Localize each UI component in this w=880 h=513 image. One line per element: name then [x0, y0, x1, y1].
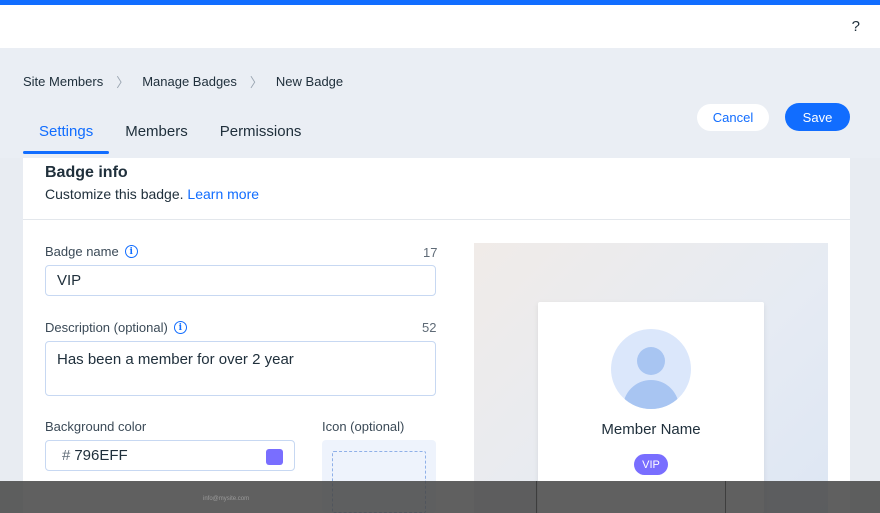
overlay-email: info@mysite.com: [203, 496, 250, 502]
description-counter: 52: [422, 320, 437, 335]
breadcrumb-current: New Badge: [275, 74, 344, 89]
description-label-text: Description (optional): [45, 320, 168, 335]
description-value: Has been a member for over 2 year: [57, 351, 294, 368]
badge-name-input[interactable]: VIP: [45, 265, 436, 296]
background-color-label-text: Background color: [45, 419, 147, 434]
breadcrumb-separator-icon: 〉: [249, 75, 263, 90]
badge-name-label-text: Badge name: [45, 244, 119, 259]
badge-name-counter: 17: [423, 245, 438, 260]
member-name: Member Name: [601, 421, 701, 438]
tab-permissions[interactable]: Permissions: [204, 118, 318, 153]
badge-preview-pill: VIP: [634, 454, 668, 475]
breadcrumb-manage-badges[interactable]: Manage Badges: [142, 74, 237, 89]
tab-members[interactable]: Members: [109, 118, 204, 153]
tab-settings[interactable]: Settings: [23, 118, 110, 154]
section-subtitle-text: Customize this badge.: [45, 186, 184, 202]
avatar-body: [623, 380, 679, 409]
section-title: Badge info: [45, 164, 128, 181]
learn-more-link[interactable]: Learn more: [187, 186, 259, 202]
breadcrumb-separator-icon: 〉: [116, 75, 130, 90]
icon-label: Icon (optional): [322, 419, 404, 434]
background-color-label: Background color: [45, 419, 146, 434]
save-button[interactable]: Save: [785, 103, 850, 131]
hash-prefix: #: [62, 447, 71, 464]
background-color-input[interactable]: # 796EFF: [45, 440, 295, 471]
page-header: Site Members 〉 Manage Badges 〉 New Badge…: [0, 48, 880, 158]
bottom-overlay: info@mysite.com: [0, 481, 880, 513]
overlay-divider: [725, 481, 726, 513]
tab-bar: Settings Members Permissions: [23, 118, 318, 154]
avatar-head: [637, 347, 665, 375]
overlay-divider: [536, 481, 537, 513]
badge-settings-panel: Badge info Customize this badge. Learn m…: [23, 158, 850, 513]
info-icon[interactable]: i: [124, 245, 138, 258]
help-icon[interactable]: ?: [852, 18, 860, 35]
badge-preview: Member Name VIP: [474, 243, 828, 513]
badge-name-value: VIP: [57, 272, 82, 289]
badge-name-label: Badge name i: [45, 244, 138, 259]
description-textarea[interactable]: Has been a member for over 2 year: [45, 341, 436, 396]
top-bar: ?: [0, 5, 880, 48]
cancel-button[interactable]: Cancel: [697, 104, 769, 131]
avatar-icon: [611, 329, 691, 409]
color-swatch[interactable]: [266, 449, 283, 465]
badge-info-header: Badge info Customize this badge. Learn m…: [23, 158, 850, 220]
info-icon[interactable]: i: [173, 321, 187, 334]
description-label: Description (optional) i: [45, 320, 187, 335]
section-subtitle: Customize this badge. Learn more: [45, 186, 259, 202]
breadcrumb: Site Members 〉 Manage Badges 〉 New Badge: [23, 72, 343, 91]
background-color-value: 796EFF: [74, 447, 128, 464]
icon-label-text: Icon (optional): [322, 419, 405, 434]
breadcrumb-site-members[interactable]: Site Members: [23, 74, 103, 89]
